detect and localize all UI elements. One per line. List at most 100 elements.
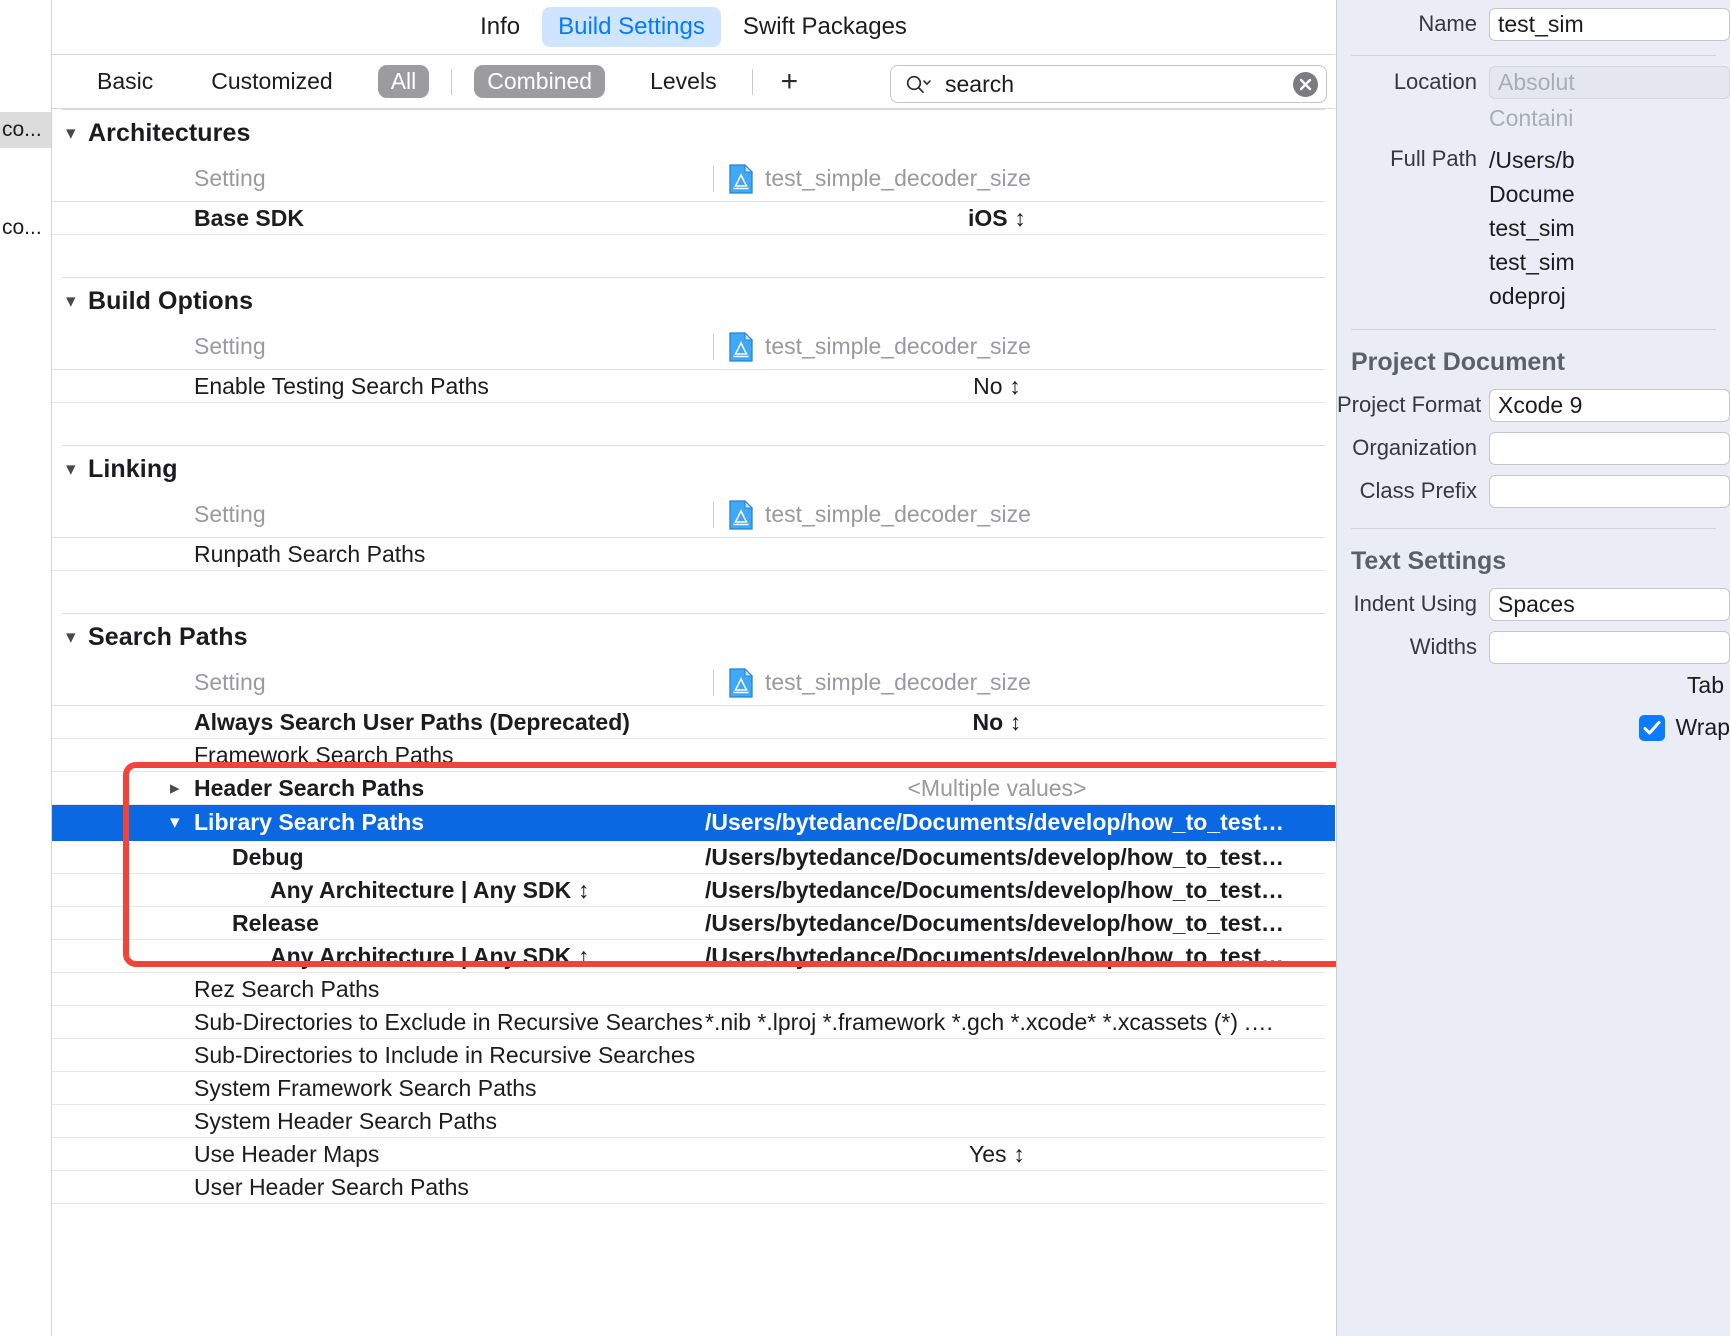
column-header-row: Setting test_simple_decoder_size [52,156,1325,202]
setting-value[interactable]: *.nib *.lproj *.framework *.gch *.xcode*… [705,1009,1325,1036]
filter-levels[interactable]: Levels [637,65,729,98]
tab-label: Tab [1686,672,1724,698]
tab-swift-packages[interactable]: Swift Packages [727,7,923,47]
stepper-icon[interactable]: ↕ [1009,373,1021,400]
setting-value[interactable]: iOS ↕ [705,205,1325,232]
setting-value[interactable]: No ↕ [705,709,1325,736]
setting-row-library-search-paths[interactable]: ▾ Library Search Paths /Users/bytedance/… [52,805,1335,841]
setting-name: Runpath Search Paths [194,540,426,567]
chevron-down-icon[interactable]: ▾ [66,290,88,313]
setting-value[interactable]: /Users/bytedance/Documents/develop/how_t… [705,877,1325,904]
inspector-row-location: Location Absolut [1337,66,1730,99]
stepper-icon[interactable]: ↕ [1014,205,1026,232]
location-select[interactable]: Absolut [1489,66,1730,99]
stepper-icon[interactable]: ↕ [1010,709,1022,736]
filter-customized[interactable]: Customized [198,65,345,98]
setting-name: User Header Search Paths [194,1173,469,1200]
app-target-icon [728,331,754,362]
file-inspector-panel[interactable]: Name test_sim Location Absolut Containi … [1336,0,1730,1336]
build-settings-table[interactable]: ▾ Architectures Setting test_simple_deco… [52,109,1335,1336]
setting-row-use-header-maps[interactable]: Use Header Maps Yes ↕ [52,1138,1325,1171]
setting-row-system-framework-search-paths[interactable]: System Framework Search Paths [52,1072,1325,1105]
setting-value[interactable]: /Users/bytedance/Documents/develop/how_t… [705,844,1325,871]
setting-row-base-sdk[interactable]: Base SDK iOS ↕ [52,202,1325,235]
setting-row-rez-search-paths[interactable]: Rez Search Paths [52,973,1325,1006]
stepper-icon[interactable]: ↕ [578,943,590,970]
filter-divider-1 [451,68,453,95]
filter-basic[interactable]: Basic [84,65,166,98]
setting-row-user-header-search-paths[interactable]: User Header Search Paths [52,1171,1325,1204]
navigator-item-1[interactable]: co... [0,210,51,246]
class-prefix-field[interactable] [1489,475,1730,508]
setting-row-subdirs-exclude[interactable]: Sub-Directories to Exclude in Recursive … [52,1006,1325,1039]
chevron-down-icon[interactable]: ▾ [66,122,88,145]
chevron-down-icon[interactable]: ▾ [66,458,88,481]
setting-name: Header Search Paths [194,774,425,801]
wrap-checkbox[interactable] [1639,714,1666,741]
setting-row-framework-search-paths[interactable]: Framework Search Paths [52,739,1325,772]
project-format-select[interactable]: Xcode 9 [1489,389,1730,422]
setting-value[interactable]: Yes ↕ [705,1141,1325,1168]
setting-row-debug[interactable]: Debug /Users/bytedance/Documents/develop… [52,841,1325,874]
organization-field[interactable] [1489,432,1730,465]
setting-value[interactable]: <Multiple values> [705,775,1325,802]
setting-name: Library Search Paths [194,809,425,835]
setting-name: Any Architecture | Any SDK ↕ [52,877,705,904]
group-header-linking[interactable]: ▾ Linking [52,446,1335,492]
stepper-icon[interactable]: ↕ [578,877,590,904]
group-header-search-paths[interactable]: ▾ Search Paths [52,614,1335,660]
setting-value-text: No [973,372,1003,399]
setting-row-enable-testing-search-paths[interactable]: Enable Testing Search Paths No ↕ [52,370,1325,403]
tab-info[interactable]: Info [464,7,536,47]
group-header-architectures[interactable]: ▾ Architectures [52,110,1335,156]
column-header-row: Setting test_simple_decoder_size [52,492,1325,538]
indent-using-select[interactable]: Spaces [1489,588,1730,621]
chevron-down-icon[interactable]: ▾ [66,626,88,649]
setting-row-release-any-architecture[interactable]: Any Architecture | Any SDK ↕ /Users/byte… [52,940,1325,973]
column-divider [713,501,714,528]
widths-field[interactable] [1489,631,1730,664]
setting-name: Enable Testing Search Paths [194,372,489,399]
organization-label: Organization [1352,435,1477,460]
target-name: test_simple_decoder_size [765,501,1031,527]
setting-name: Any Architecture | Any SDK ↕ [52,943,705,970]
name-label: Name [1418,11,1477,36]
widths-label: Widths [1409,634,1477,659]
setting-row-runpath-search-paths[interactable]: Runpath Search Paths [52,538,1325,571]
name-field[interactable]: test_sim [1489,8,1730,41]
spacer-row [52,403,1325,445]
chevron-right-icon[interactable]: ▸ [170,777,190,800]
setting-row-system-header-search-paths[interactable]: System Header Search Paths [52,1105,1325,1138]
inspector-row-widths: Widths [1337,631,1730,664]
search-input[interactable]: search [945,71,1293,98]
location-label: Location [1393,69,1477,94]
setting-row-debug-any-architecture[interactable]: Any Architecture | Any SDK ↕ /Users/byte… [52,874,1325,907]
chevron-down-icon[interactable]: ▾ [170,811,190,834]
setting-row-always-search-user-paths[interactable]: Always Search User Paths (Deprecated) No… [52,706,1325,739]
setting-row-release[interactable]: Release /Users/bytedance/Documents/devel… [52,907,1325,940]
filter-all[interactable]: All [377,65,430,98]
group-header-build-options[interactable]: ▾ Build Options [52,278,1335,324]
filter-combined[interactable]: Combined [474,65,606,98]
clear-icon[interactable] [1293,71,1318,97]
setting-value[interactable]: /Users/bytedance/Documents/develop/how_t… [705,943,1325,970]
column-header-setting: Setting [194,333,266,359]
setting-value[interactable]: /Users/bytedance/Documents/develop/how_t… [705,910,1325,937]
wrap-label: Wrap [1675,714,1730,740]
setting-row-header-search-paths[interactable]: ▸ Header Search Paths <Multiple values> [52,772,1325,805]
setting-value[interactable]: No ↕ [705,373,1325,400]
section-title-text-settings: Text Settings [1351,547,1507,575]
setting-name: Framework Search Paths [194,741,454,768]
project-format-label: Project Format [1337,392,1482,417]
search-field[interactable]: search [890,65,1327,103]
tab-build-settings[interactable]: Build Settings [542,7,721,47]
navigator-item-0[interactable]: co... [0,112,51,148]
inspector-row-full-path: Full Path /Users/b Docume test_sim test_… [1337,143,1730,313]
setting-value[interactable]: /Users/bytedance/Documents/develop/how_t… [705,809,1325,836]
target-name: test_simple_decoder_size [765,333,1031,359]
project-navigator-strip[interactable]: co... co... [0,0,52,1336]
stepper-icon[interactable]: ↕ [1013,1141,1025,1168]
setting-row-subdirs-include[interactable]: Sub-Directories to Include in Recursive … [52,1039,1325,1072]
column-header-row: Setting test_simple_decoder_size [52,324,1325,370]
add-setting-button[interactable]: + [781,66,799,97]
